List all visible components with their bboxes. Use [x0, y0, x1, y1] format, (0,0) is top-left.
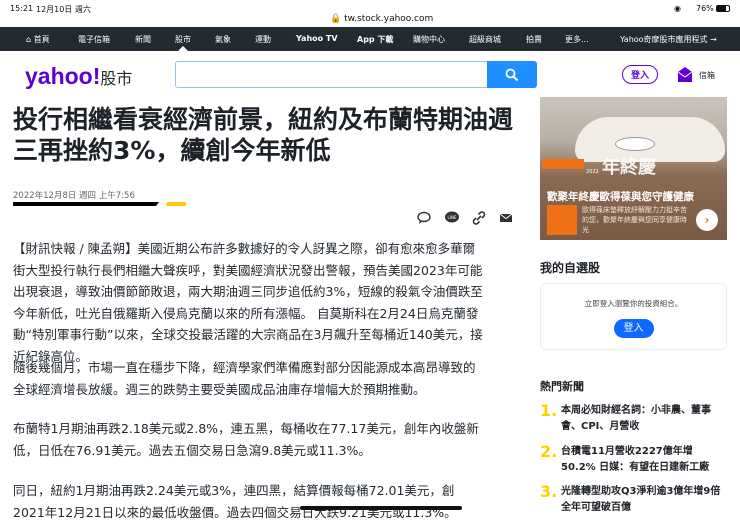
comment-icon[interactable] [416, 210, 432, 226]
nav-yahoo-tv[interactable]: Yahoo TV [296, 34, 338, 43]
ad-campaign: 年終慶 [602, 157, 656, 178]
link-icon[interactable] [471, 210, 487, 226]
top-nav: ⌂ 首頁 電子信箱 新聞 股市 氣象 運動 Yahoo TV App 下載 購物… [0, 27, 740, 51]
nav-home[interactable]: ⌂ 首頁 [26, 34, 50, 45]
article-paragraph: 同日，紐約1月期油再跌2.24美元或3%，連四黑，結算價報每桶72.01美元，創… [13, 483, 457, 520]
email-share-icon[interactable] [498, 210, 514, 226]
article-paragraph: 布蘭特1月期油再跌2.18美元或2.8%，連五黑，每桶收在77.17美元，創年內… [13, 421, 479, 458]
status-date: 12月10日 週六 [36, 5, 91, 14]
search-icon [505, 68, 519, 81]
login-button[interactable]: 登入 [622, 65, 658, 84]
yahoo-stock-logo[interactable]: yahoo!股市 [25, 63, 132, 90]
ad-image-table [615, 137, 655, 151]
line-share-icon[interactable]: LINE [444, 210, 460, 226]
nav-mail[interactable]: 電子信箱 [78, 34, 110, 45]
nav-mall[interactable]: 超級商城 [469, 34, 501, 45]
watchlist-login-button[interactable]: 登入 [613, 319, 654, 338]
nav-more[interactable]: 更多... [565, 34, 589, 45]
nav-stock[interactable]: 股市 [175, 34, 191, 45]
article-date: 2022年12月8日 週四 上午7:56 [13, 191, 135, 201]
article-paragraph: 【財訊快報 / 陳孟朔】美國近期公布許多數據好的令人訝異之際，卻有愈來愈多華爾街… [13, 241, 483, 364]
search-button[interactable] [487, 61, 537, 88]
battery-level: 76% [696, 4, 714, 13]
ad-brand-badge [542, 159, 584, 169]
title-divider-accent [166, 202, 186, 206]
url-text: tw.stock.yahoo.com [344, 14, 434, 24]
url-bar[interactable]: 🔒 tw.stock.yahoo.com [330, 14, 433, 24]
nav-app-promo[interactable]: Yahoo奇摩股市應用程式 → [620, 34, 717, 45]
home-indicator[interactable] [300, 506, 462, 510]
watchlist-card: 立即登入瀏覽你的投資組合。 登入 [540, 283, 727, 350]
ad-year: 2022 [586, 169, 599, 175]
svg-text:LINE: LINE [448, 215, 457, 220]
nav-news[interactable]: 新聞 [135, 34, 151, 45]
hot-news-title: 熱門新聞 [540, 380, 584, 393]
article-title: 投行相繼看衰經濟前景，紐約及布蘭特期油週三再挫約3%，續創今年新低 [13, 105, 514, 165]
nav-auction[interactable]: 拍賣 [526, 34, 542, 45]
home-icon: ⌂ [26, 35, 32, 44]
nav-app[interactable]: App 下載 [357, 34, 393, 45]
nav-sports[interactable]: 運動 [255, 34, 271, 45]
ad-banner[interactable]: 2022 年終慶 歡聚年終慶歐得葆與您守護健康 歐得葆床墊釋放紓解壓力力挺辛苦的… [540, 97, 727, 240]
watchlist-title: 我的自選股 [540, 261, 601, 275]
ad-text: 歐得葆床墊釋放紓解壓力力挺辛苦的您，歡聚年終慶與您同享健康時光 [582, 206, 687, 234]
status-bar: 15:21 12月10日 週六 🔒 tw.stock.yahoo.com ◉ 7… [0, 0, 740, 27]
active-nav-caret [178, 46, 188, 51]
battery-icon [716, 5, 730, 12]
article-paragraph: 隨後幾個月，市場一直在穩步下降，經濟學家們準備應對部分因能源成本高昂導致的全球經… [13, 360, 476, 397]
search-input[interactable] [175, 61, 487, 88]
mail-label[interactable]: 信箱 [699, 70, 715, 81]
mail-icon[interactable] [677, 67, 693, 82]
chevron-right-icon[interactable]: › [696, 209, 718, 231]
nav-weather[interactable]: 氣象 [215, 34, 231, 45]
status-time: 15:21 [10, 4, 34, 13]
ad-headline: 歡聚年終慶歐得葆與您守護健康 [547, 191, 694, 203]
nav-shopping[interactable]: 購物中心 [413, 34, 445, 45]
title-divider [13, 202, 159, 206]
watchlist-prompt: 立即登入瀏覽你的投資組合。 [584, 299, 683, 308]
wifi-icon: ◉ [674, 4, 681, 13]
ad-logo [547, 205, 577, 235]
